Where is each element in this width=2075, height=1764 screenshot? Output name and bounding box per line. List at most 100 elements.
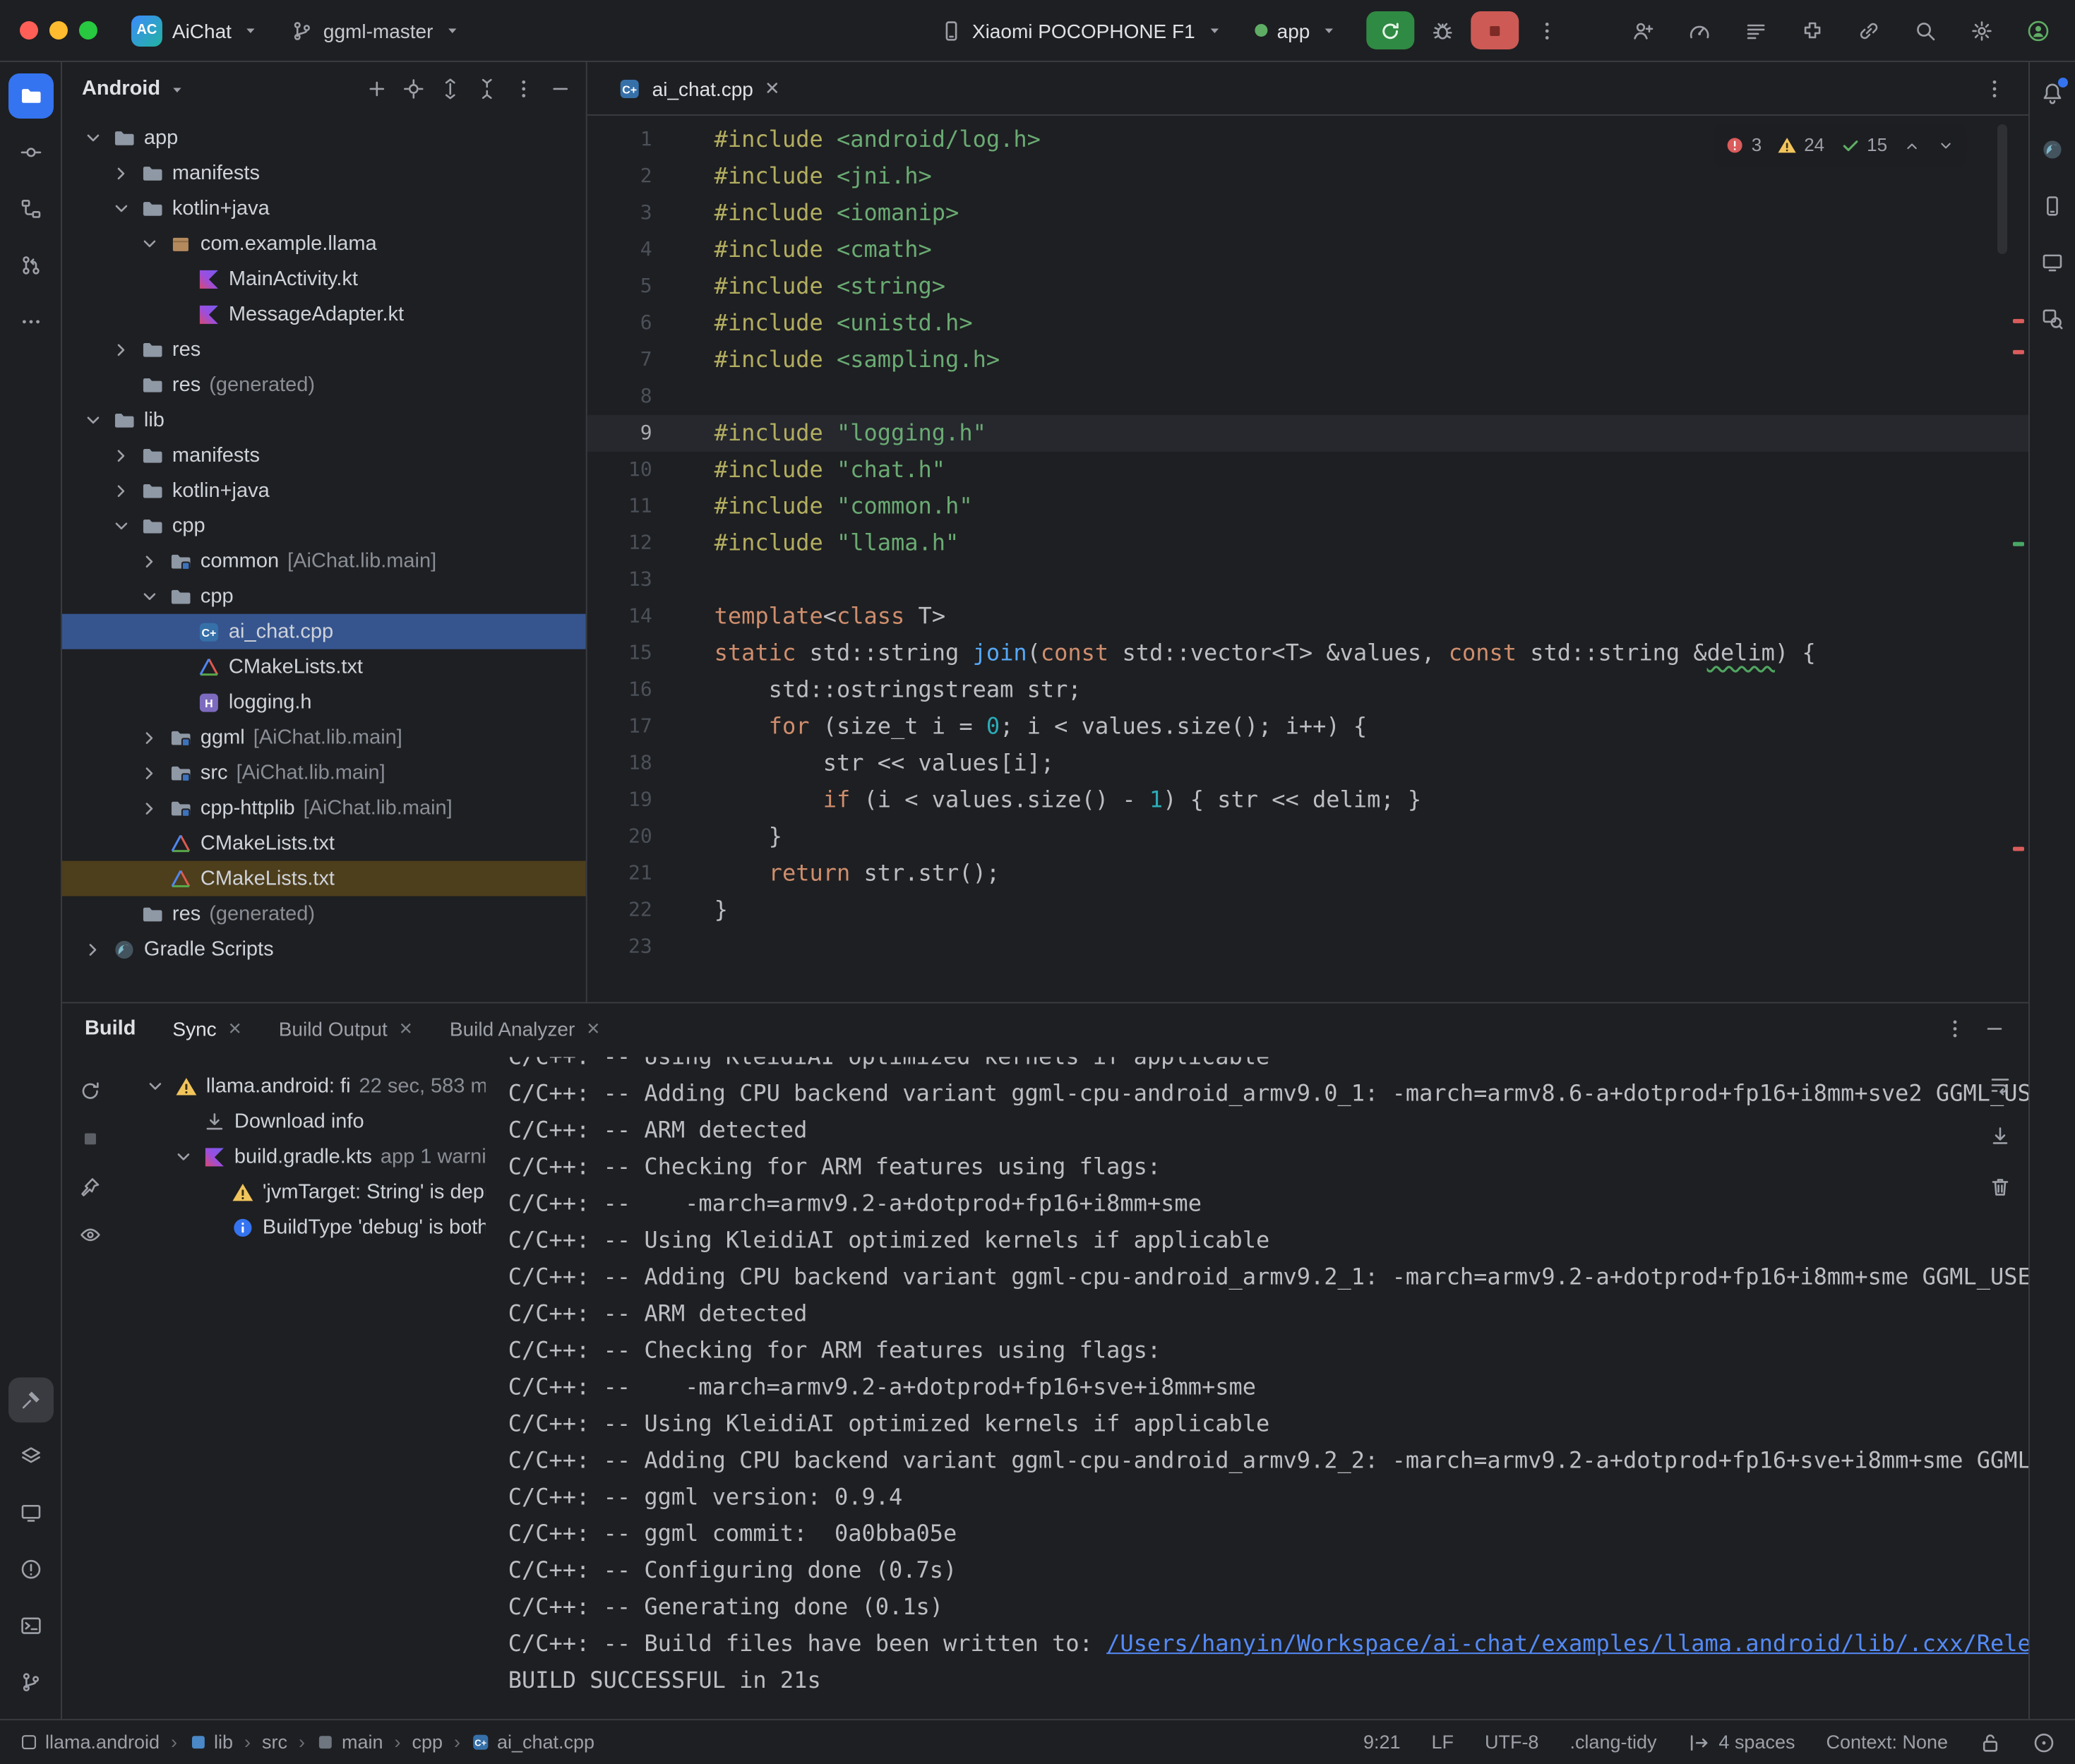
build-tool-button[interactable] (8, 1377, 53, 1422)
build-tree-item-build-gradle-kts[interactable]: build.gradle.ktsapp 1 warning (119, 1139, 486, 1174)
chevron-down-icon[interactable] (138, 585, 161, 608)
branch-selector[interactable]: ggml-master (280, 13, 472, 47)
tree-item-cpp[interactable]: cpp (62, 508, 586, 544)
breadcrumb-item-llama-android[interactable]: llama.android (20, 1732, 160, 1753)
tree-item-messageadapter-kt[interactable]: MessageAdapter.kt (62, 296, 586, 332)
close-tab-icon[interactable]: ✕ (586, 1019, 600, 1038)
tree-item-ggml[interactable]: ggml[AiChat.lib.main] (62, 720, 586, 755)
file-encoding[interactable]: UTF-8 (1485, 1732, 1538, 1753)
code-with-me-button[interactable] (1623, 11, 1663, 50)
clang-tidy-widget[interactable]: .clang-tidy (1569, 1732, 1656, 1753)
build-options-icon[interactable] (1944, 1017, 1966, 1040)
chevron-right-icon[interactable] (138, 797, 161, 820)
chevron-down-icon[interactable] (138, 232, 161, 255)
tree-item-manifests[interactable]: manifests (62, 438, 586, 473)
project-view-selector[interactable]: Android (82, 78, 160, 100)
editor-body[interactable]: 1#include <android/log.h>2#include <jni.… (587, 116, 2028, 1002)
chevron-right-icon[interactable] (138, 550, 161, 572)
breadcrumb-item-ai-chat-cpp[interactable]: C+ai_chat.cpp (472, 1732, 594, 1753)
close-tab-icon[interactable]: ✕ (765, 77, 780, 100)
emulator-tool-button[interactable] (2033, 243, 2072, 282)
stop-button[interactable] (1471, 11, 1519, 49)
build-tree-item-download-info[interactable]: Download info (119, 1103, 486, 1139)
tree-item-mainactivity-kt[interactable]: MainActivity.kt (62, 261, 586, 296)
tree-item-logging-h[interactable]: Hlogging.h (62, 685, 586, 720)
tree-item-kotlin-java[interactable]: kotlin+java (62, 191, 586, 226)
clear-all-button[interactable] (1983, 1170, 2017, 1204)
editor-scrollbar[interactable] (1997, 124, 2007, 254)
notifications-button[interactable] (2033, 73, 2072, 113)
breadcrumb-item-src[interactable]: src (262, 1732, 287, 1753)
previous-problem-icon[interactable] (1903, 136, 1921, 155)
build-tab-build-analyzer[interactable]: Build Analyzer✕ (450, 1017, 600, 1040)
tree-item-kotlin-java[interactable]: kotlin+java (62, 473, 586, 508)
caret-position[interactable]: 9:21 (1363, 1732, 1401, 1753)
tree-item-cpp-httplib[interactable]: cpp-httplib[AiChat.lib.main] (62, 791, 586, 826)
more-tools-button[interactable] (8, 299, 53, 344)
breadcrumb-item-main[interactable]: main (316, 1732, 383, 1753)
profiler-button[interactable] (1680, 11, 1719, 50)
chevron-down-icon[interactable] (110, 197, 133, 220)
debug-button[interactable] (1423, 11, 1462, 50)
inspections-widget[interactable] (2033, 1731, 2055, 1753)
chevron-down-icon[interactable] (144, 1074, 167, 1097)
run-config-selector[interactable]: app (1243, 13, 1350, 47)
tree-item-res[interactable]: res(generated) (62, 896, 586, 932)
close-window-button[interactable] (20, 21, 38, 40)
tree-item-cpp[interactable]: cpp (62, 579, 586, 614)
pull-requests-tool-button[interactable] (8, 243, 53, 288)
tree-item-res[interactable]: res (62, 332, 586, 367)
hide-button[interactable] (544, 72, 578, 106)
settings-button[interactable] (1962, 11, 2002, 50)
collapse-all-button[interactable] (470, 72, 504, 106)
tree-item-common[interactable]: common[AiChat.lib.main] (62, 544, 586, 579)
context-widget[interactable]: Context: None (1826, 1732, 1948, 1753)
error-stripe[interactable] (2010, 116, 2028, 1002)
locate-button[interactable] (397, 72, 431, 106)
tree-item-cmakelists-txt[interactable]: CMakeLists.txt (62, 826, 586, 861)
tree-item-src[interactable]: src[AiChat.lib.main] (62, 755, 586, 791)
chevron-down-icon[interactable] (82, 126, 104, 149)
eye-button[interactable] (73, 1218, 107, 1252)
soft-wrap-button[interactable] (1983, 1068, 2017, 1102)
tree-item-cmakelists-txt[interactable]: CMakeLists.txt (62, 649, 586, 685)
build-tab-sync[interactable]: Sync✕ (172, 1017, 241, 1040)
chevron-right-icon[interactable] (138, 762, 161, 784)
build-console[interactable]: C/C++: -- Using KleidiAI optimized kerne… (486, 1054, 2028, 1719)
inspection-widget[interactable]: 3 24 15 (1714, 124, 1966, 167)
commit-tool-button[interactable] (8, 130, 53, 175)
structure-tool-button[interactable] (8, 186, 53, 232)
pin-button[interactable] (73, 1170, 107, 1204)
plus-button[interactable] (360, 72, 394, 106)
console-file-link[interactable]: /Users/hanyin/Workspace/ai-chat/examples… (1106, 1630, 2028, 1657)
build-variants-tool-button[interactable] (8, 1434, 53, 1479)
file-lock[interactable] (1979, 1731, 2002, 1753)
user-avatar-button[interactable] (2019, 11, 2058, 50)
project-tool-button[interactable] (8, 73, 53, 119)
chevron-down-icon[interactable] (172, 1145, 195, 1168)
scroll-to-end-button[interactable] (1983, 1119, 2017, 1153)
expand-all-button[interactable] (433, 72, 467, 106)
gradle-tool-button[interactable] (2033, 130, 2072, 169)
indent-config[interactable]: 4 spaces (1687, 1731, 1795, 1753)
chevron-right-icon[interactable] (110, 338, 133, 361)
build-tree-item-jvmtarget-string-is-deprec[interactable]: 'jvmTarget: String' is deprec (119, 1174, 486, 1209)
terminal-tool-button[interactable] (8, 1603, 53, 1648)
kebab-button[interactable] (507, 72, 541, 106)
tree-item-manifests[interactable]: manifests (62, 155, 586, 191)
tree-item-cmakelists-txt[interactable]: CMakeLists.txt (62, 861, 586, 896)
build-tree-item-buildtype-debug-is-both-de[interactable]: BuildType 'debug' is both de (119, 1209, 486, 1244)
stop-square-button[interactable] (73, 1122, 107, 1156)
tree-item-res[interactable]: res(generated) (62, 367, 586, 402)
chevron-right-icon[interactable] (110, 162, 133, 184)
tree-item-com-example-llama[interactable]: com.example.llama (62, 226, 586, 261)
editor-tab-options-button[interactable] (1975, 68, 2014, 108)
zoom-window-button[interactable] (79, 21, 97, 40)
device-manager-button[interactable] (2033, 186, 2072, 226)
search-everywhere-button[interactable] (1906, 11, 1945, 50)
chevron-down-icon[interactable] (110, 515, 133, 537)
rerun-button[interactable] (73, 1074, 107, 1108)
device-selector[interactable]: Xiaomi POCOPHONE F1 (928, 13, 1235, 47)
app-inspection-button[interactable] (2033, 299, 2072, 339)
next-problem-icon[interactable] (1937, 136, 1955, 155)
